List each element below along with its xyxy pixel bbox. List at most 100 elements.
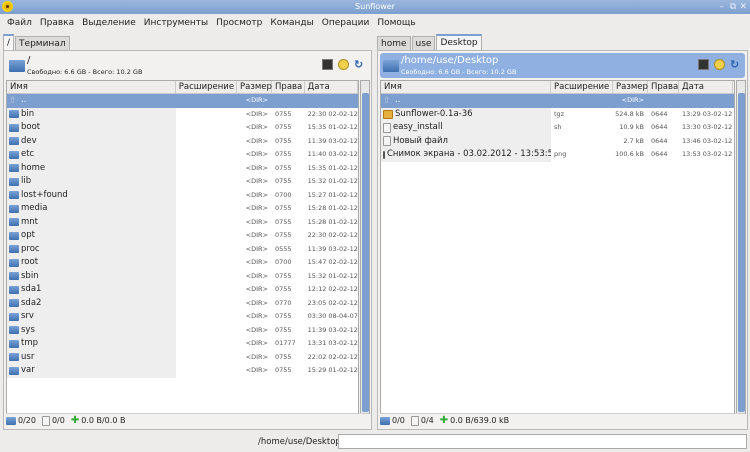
column-size[interactable]: Размер: [237, 81, 273, 93]
file-row[interactable]: proc <DIR> 0555 11:39 03-02-12: [7, 242, 358, 256]
cell-perms: 0644: [651, 123, 668, 131]
command-input[interactable]: [338, 434, 747, 449]
file-row[interactable]: easy_install sh 10.9 kB 0644 13:30 03-02-12: [381, 121, 734, 135]
file-row[interactable]: bin <DIR> 0755 22:30 02-02-12: [7, 107, 358, 121]
file-row[interactable]: ⇧.. <DIR>: [7, 94, 358, 108]
file-row[interactable]: lost+found <DIR> 0700 15:27 01-02-12: [7, 188, 358, 202]
tab[interactable]: Desktop: [436, 34, 482, 51]
cell-perms: 0644: [651, 109, 668, 118]
history-icon[interactable]: [338, 59, 349, 70]
column-perms[interactable]: Права: [272, 81, 305, 93]
cell-perms: 0770: [274, 298, 292, 307]
file-row[interactable]: Снимок экрана - 03.02.2012 - 13:53:57 png…: [381, 148, 734, 162]
cell-date: 15:35 01-02-12: [307, 123, 358, 131]
file-row[interactable]: ⇧.. <DIR>: [381, 94, 734, 108]
tab[interactable]: home: [377, 36, 411, 51]
free-space: Свободно: 6.6 GB - Всего: 10.2 GB: [401, 68, 517, 76]
file-name: srv: [21, 311, 34, 321]
file-row[interactable]: sbin <DIR> 0755 15:32 01-02-12: [7, 269, 358, 284]
scrollbar-thumb[interactable]: [738, 93, 745, 412]
column-perms[interactable]: Права: [648, 81, 679, 93]
file-row[interactable]: dev <DIR> 0755 11:39 03-02-12: [7, 134, 358, 148]
cell-name: var: [7, 364, 177, 378]
folder-icon: [6, 416, 16, 425]
column-name[interactable]: Имя: [381, 81, 551, 93]
cell-perms: 0755: [274, 325, 292, 334]
plus-icon: ✚: [439, 415, 449, 426]
menu-item[interactable]: Команды: [266, 18, 317, 28]
file-row[interactable]: sda1 <DIR> 0755 12:12 02-02-12: [7, 283, 358, 297]
file-row[interactable]: opt <DIR> 0755 22:30 02-02-12: [7, 229, 358, 243]
menu-item[interactable]: Операции: [318, 18, 374, 28]
column-date[interactable]: Дата: [305, 81, 358, 93]
file-row[interactable]: root <DIR> 0700 15:47 02-02-12: [7, 256, 358, 270]
cell-ext: [176, 162, 237, 176]
file-row[interactable]: lib <DIR> 0755 15:32 01-02-12: [7, 175, 358, 189]
column-date[interactable]: Дата: [679, 81, 733, 93]
scrollbar-thumb[interactable]: [362, 93, 369, 412]
cell-ext: [176, 364, 237, 378]
file-row[interactable]: mnt <DIR> 0755 15:28 01-02-12: [7, 215, 358, 229]
panel-header: / Свободно: 6.6 GB - Всего: 10.2 GB ↻: [6, 53, 369, 78]
file-row[interactable]: tmp <DIR> 01777 13:31 03-02-12: [7, 337, 358, 351]
tab[interactable]: use: [411, 36, 436, 51]
menu-item[interactable]: Правка: [36, 18, 78, 28]
scrollbar[interactable]: [360, 80, 370, 414]
cell-size: <DIR>: [245, 352, 268, 361]
file-icon: [383, 122, 391, 133]
file-row[interactable]: home <DIR> 0755 15:35 01-02-12: [7, 161, 358, 176]
cell-size: <DIR>: [245, 366, 268, 374]
cell-name: home: [7, 161, 177, 175]
menu-item[interactable]: Файл: [3, 18, 36, 28]
file-row[interactable]: Новый файл 2.7 kB 0644 13:46 03-02-12: [381, 134, 734, 148]
cell-ext: tgz: [554, 109, 565, 118]
folder-icon: [9, 123, 19, 132]
menu-item[interactable]: Выделение: [78, 18, 140, 28]
scrollbar[interactable]: [736, 80, 746, 414]
file-row[interactable]: boot <DIR> 0755 15:35 01-02-12: [7, 121, 358, 135]
tab[interactable]: /: [3, 34, 15, 51]
folder-icon: [9, 339, 19, 348]
cell-perms: 0755: [274, 285, 292, 293]
column-name[interactable]: Имя: [7, 81, 176, 93]
history-icon[interactable]: [714, 59, 725, 70]
cell-size: <DIR>: [245, 298, 268, 307]
folder-icon: [9, 137, 19, 146]
file-row[interactable]: sda2 <DIR> 0770 23:05 02-02-12: [7, 296, 358, 311]
cell-size: <DIR>: [245, 231, 268, 239]
cell-name: etc: [7, 148, 177, 162]
column-ext[interactable]: Расширение: [176, 81, 238, 93]
file-row[interactable]: srv <DIR> 0755 03:30 08-04-07: [7, 310, 358, 324]
terminal-icon[interactable]: [322, 59, 333, 70]
menu-item[interactable]: Инструменты: [140, 18, 212, 28]
file-count-text: 0/0: [51, 416, 65, 425]
menu-item[interactable]: Помощь: [373, 18, 419, 28]
maximize-button[interactable]: ⧉: [730, 0, 736, 14]
cell-perms: 0755: [274, 231, 292, 239]
refresh-icon[interactable]: ↻: [730, 59, 741, 70]
archive-icon: [383, 109, 393, 119]
file-name: opt: [21, 230, 35, 240]
cell-date: 13:30 03-02-12: [682, 123, 733, 131]
menu-item[interactable]: Просмотр: [212, 18, 266, 28]
terminal-icon[interactable]: [698, 59, 709, 70]
cell-ext: [176, 297, 237, 311]
cell-name: sda1: [7, 283, 177, 297]
file-row[interactable]: var <DIR> 0755 15:29 01-02-12: [7, 364, 358, 378]
tab[interactable]: Терминал: [15, 36, 70, 51]
refresh-icon[interactable]: ↻: [354, 59, 365, 70]
close-button[interactable]: ✕: [739, 0, 747, 14]
column-ext[interactable]: Расширение: [551, 81, 613, 93]
file-row[interactable]: etc <DIR> 0755 11:40 03-02-12: [7, 148, 358, 162]
cell-date: 13:53 03-02-12: [682, 150, 733, 158]
cell-perms: 01777: [274, 339, 296, 347]
cell-name: lib: [7, 175, 177, 189]
file-row[interactable]: sys <DIR> 0755 11:39 03-02-12: [7, 323, 358, 337]
file-row[interactable]: Sunflower-0.1a-36 tgz 524.8 kB 0644 13:29 03…: [381, 107, 734, 121]
cell-ext: [176, 270, 237, 284]
panel-header: /home/use/Desktop Свободно: 6.6 GB - Всег…: [380, 53, 745, 78]
minimize-button[interactable]: –: [720, 0, 725, 14]
file-row[interactable]: usr <DIR> 0755 22:02 02-02-12: [7, 350, 358, 364]
file-row[interactable]: media <DIR> 0755 15:28 01-02-12: [7, 202, 358, 216]
column-size[interactable]: Размер: [613, 81, 648, 93]
